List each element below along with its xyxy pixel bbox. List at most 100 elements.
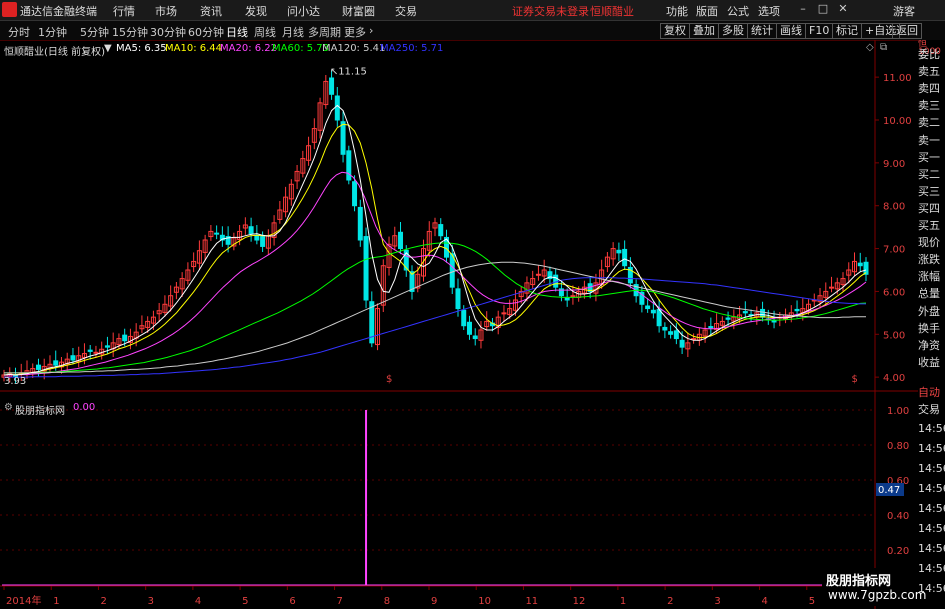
- restore-icon[interactable]: ⧉: [880, 42, 887, 53]
- ma10-label: MA10: 6.44: [165, 43, 223, 54]
- y-tick-label: 10.00: [883, 116, 912, 127]
- tab-multi-period[interactable]: 多周期: [308, 24, 341, 40]
- stock-name-header: 恒顺醋业: [590, 5, 634, 18]
- menu-banmian[interactable]: 版面: [696, 3, 718, 19]
- tab-1min[interactable]: 1分钟: [38, 24, 67, 40]
- f10-button[interactable]: F10: [805, 23, 834, 39]
- x-tick-label: 2: [100, 596, 106, 607]
- sidebar-field: 净资: [918, 338, 940, 352]
- draw-button[interactable]: 画线: [776, 23, 806, 39]
- diamond-icon[interactable]: ◇: [866, 42, 874, 53]
- sidebar-time: 14:56: [918, 502, 945, 515]
- menu-faxian[interactable]: 发现: [245, 3, 267, 19]
- login-notice[interactable]: 证券交易未登录: [512, 3, 589, 19]
- sidebar-field: 卖三: [918, 99, 940, 113]
- tab-monthly[interactable]: 月线: [282, 24, 304, 40]
- indicator-gear-icon[interactable]: ⚙: [4, 402, 13, 413]
- candle-body: [535, 273, 541, 276]
- tab-daily[interactable]: 日线: [226, 24, 248, 40]
- tab-weekly[interactable]: 周线: [254, 24, 276, 40]
- menu-xuanxiang[interactable]: 选项: [758, 3, 780, 19]
- indicator-current-label: 0.47: [878, 485, 900, 496]
- candle-body: [93, 351, 99, 354]
- tab-fenshi[interactable]: 分时: [8, 24, 30, 40]
- sidebar-field: 现价: [918, 236, 940, 250]
- sidebar-field: 买一: [918, 150, 940, 164]
- candle-body: [742, 311, 748, 314]
- x-tick-label: 5: [809, 596, 815, 607]
- quote-sidebar: 恒 1000 委比 卖五 卖四 卖三 卖二 卖一 买一 买二 买三 买四 买五 现价 涨跌 涨幅 总量 外盘 换手…: [918, 40, 945, 609]
- maximize-icon[interactable]: □: [816, 2, 830, 16]
- menu-bar: 通达信金融终端 行情 市场 资讯 发现 问小达 财富圈 交易 证券交易未登录 恒…: [0, 0, 945, 21]
- candle-body: [708, 326, 714, 329]
- y-tick-label: 6.00: [883, 287, 905, 298]
- candle-body: [248, 226, 254, 235]
- fuquan-button[interactable]: 复权: [660, 23, 690, 39]
- x-tick-label: 3: [148, 596, 154, 607]
- ma250-line: [4, 277, 866, 378]
- sidebar-field: 买五: [918, 219, 940, 232]
- sidebar-field: 总量: [918, 287, 940, 301]
- candle-body: [466, 321, 472, 335]
- event-marker-icon: $: [852, 374, 858, 385]
- stats-button[interactable]: 统计: [747, 23, 777, 39]
- close-icon[interactable]: ✕: [836, 2, 850, 16]
- sidebar-field: 外盘: [918, 304, 940, 318]
- menu-zixun[interactable]: 资讯: [200, 3, 222, 19]
- tab-60min[interactable]: 60分钟: [188, 24, 224, 40]
- menu-wenxiaoda[interactable]: 问小达: [287, 3, 320, 19]
- menu-hangqing[interactable]: 行情: [113, 3, 135, 19]
- y-tick-label: 7.00: [883, 245, 905, 256]
- chevron-down-icon[interactable]: ▼: [104, 43, 112, 54]
- candle-body: [122, 334, 128, 342]
- tab-15min[interactable]: 15分钟: [112, 24, 148, 40]
- tab-5min[interactable]: 5分钟: [80, 24, 109, 40]
- low-price-label: 3.93: [4, 376, 26, 387]
- candle-body: [87, 349, 93, 352]
- ma20-line: [4, 171, 867, 376]
- menu-gongshi[interactable]: 公式: [727, 3, 749, 19]
- minimize-icon[interactable]: –: [796, 2, 810, 16]
- kline-chart[interactable]: 11.0010.009.008.007.006.005.004.001.000.…: [0, 40, 918, 609]
- tab-more[interactable]: 更多: [344, 24, 366, 40]
- tab-30min[interactable]: 30分钟: [150, 24, 186, 40]
- chevron-right-icon[interactable]: ›: [369, 24, 373, 37]
- overlay-button[interactable]: 叠加: [689, 23, 719, 39]
- x-tick-label: 7: [337, 596, 343, 607]
- watermark-url: www.7gpzb.com: [828, 588, 927, 602]
- sidebar-field: 涨幅: [918, 270, 940, 284]
- sidebar-field: 委比: [918, 48, 940, 61]
- sidebar-trade: 交易: [918, 403, 940, 416]
- candle-body: [340, 121, 346, 155]
- menu-jiaoyi[interactable]: 交易: [395, 3, 417, 19]
- candle-body: [662, 326, 668, 331]
- y-tick-label: 8.00: [883, 202, 905, 213]
- candle-body: [771, 320, 777, 323]
- guest-button[interactable]: 游客: [893, 3, 915, 19]
- mark-button[interactable]: 标记: [832, 23, 862, 39]
- indicator-value: 0.00: [73, 402, 96, 413]
- menu-caifuquan[interactable]: 财富圈: [342, 3, 375, 19]
- multi-stock-button[interactable]: 多股: [718, 23, 748, 39]
- menu-gongneng[interactable]: 功能: [666, 3, 688, 19]
- period-toolbar: 分时 1分钟 5分钟 15分钟 30分钟 60分钟 日线 周线 月线 多周期 更…: [0, 21, 945, 41]
- candle-body: [254, 234, 260, 241]
- sidebar-field: 涨跌: [918, 253, 940, 267]
- back-button[interactable]: 返回: [892, 23, 922, 39]
- app-title: 通达信金融终端: [20, 5, 97, 18]
- candle-body: [656, 308, 662, 327]
- ma5-line: [3, 104, 867, 376]
- candle-body: [760, 308, 766, 318]
- candle-body: [35, 364, 41, 370]
- sidebar-time: 14:56: [918, 442, 945, 455]
- event-marker-icon: $: [386, 374, 392, 385]
- x-tick-label: 2: [667, 596, 673, 607]
- candle-body: [260, 236, 266, 247]
- ma20-label: MA20: 6.22: [220, 43, 278, 54]
- x-tick-label: 1: [53, 596, 59, 607]
- sidebar-field: 换手: [918, 321, 940, 335]
- sidebar-time: 14:56: [918, 422, 945, 435]
- sidebar-field: 卖二: [918, 116, 940, 130]
- candle-body: [214, 232, 220, 235]
- menu-shichang[interactable]: 市场: [155, 3, 177, 19]
